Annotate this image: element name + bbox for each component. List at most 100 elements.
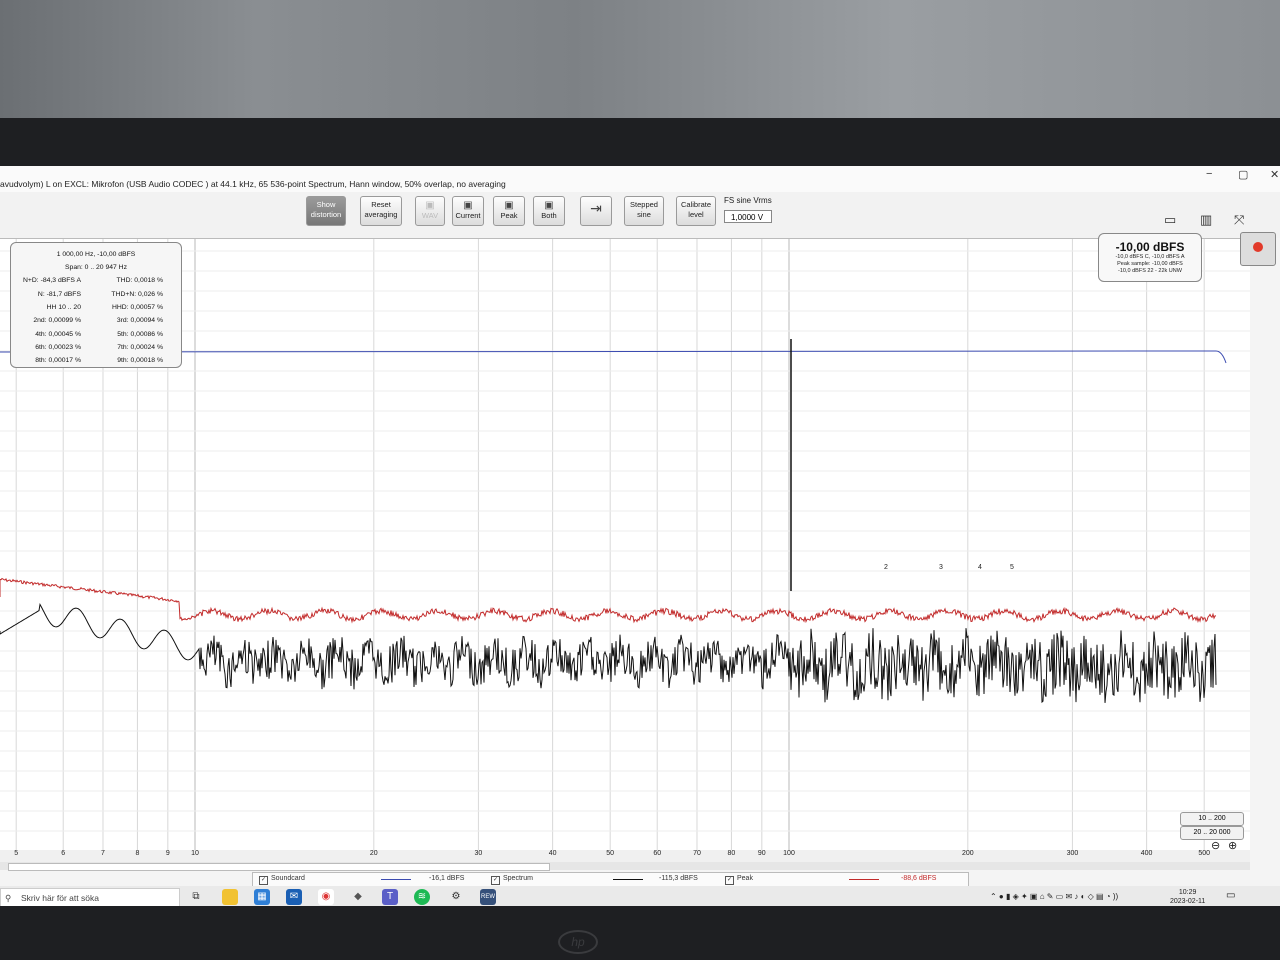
taskbar-search[interactable]: ⚲ Skriv här för att söka xyxy=(0,888,180,906)
calibrate-level-button[interactable]: Calibrate level xyxy=(676,196,716,226)
harmonic-marker: 4 xyxy=(978,564,982,571)
task-view-icon[interactable]: ⧉ xyxy=(188,889,204,905)
layout-icon[interactable]: ▭ xyxy=(1164,212,1176,228)
readout-row: 4th: 0,00045 % 5th: 0,00086 % xyxy=(35,331,163,338)
fs-sine-label: FS sine Vrms xyxy=(724,196,772,205)
save-peak-button[interactable]: ▣ Peak xyxy=(493,196,525,226)
file-explorer-icon[interactable] xyxy=(222,889,238,905)
x-tick-label: 60 xyxy=(653,850,662,857)
record-icon xyxy=(1253,242,1263,252)
store-icon[interactable]: ▦ xyxy=(254,889,270,905)
save-icon: ▣ xyxy=(425,200,435,211)
settings-gear-icon[interactable]: ⚙ xyxy=(448,889,464,905)
peak-trace xyxy=(0,577,1216,624)
import-button[interactable]: ⇥ xyxy=(580,196,612,226)
import-icon: ⇥ xyxy=(590,200,602,216)
distortion-readout: 1 000,00 Hz, -10,00 dBFS Span: 0 .. 20 9… xyxy=(10,242,182,368)
fs-sine-input[interactable]: 1,0000 V xyxy=(724,210,772,223)
background-wall xyxy=(0,0,1280,130)
search-icon: ⚲ xyxy=(5,893,12,903)
record-button[interactable] xyxy=(1240,232,1276,266)
soundcard-swatch xyxy=(381,879,411,880)
x-tick-label: 40 xyxy=(548,850,557,857)
peak-label: Peak xyxy=(737,875,753,882)
save-both-button[interactable]: ▣ Both xyxy=(533,196,565,226)
peak-value: -88,6 dBFS xyxy=(901,875,937,882)
date: 2023-02-11 xyxy=(1170,898,1206,905)
save-icon: ▣ xyxy=(544,200,554,211)
close-button[interactable]: ✕ xyxy=(1270,168,1279,181)
spectrum-label: Spectrum xyxy=(503,875,533,882)
readout-row: 6th: 0,00023 % 7th: 0,00024 % xyxy=(35,344,163,351)
soundcard-checkbox[interactable]: ✓ xyxy=(259,876,268,885)
harmonic-marker: 5 xyxy=(1010,564,1014,571)
show-distortion-button[interactable]: Show distortion xyxy=(306,196,346,226)
readout-span: Span: 0 .. 20 947 Hz xyxy=(65,264,127,271)
spectrum-chart: 2 3 4 5 xyxy=(0,239,1250,851)
scrollbar-thumb[interactable] xyxy=(8,863,550,871)
x-tick-label: 20 xyxy=(369,850,378,857)
x-tick-label: 200 xyxy=(961,850,974,857)
spectrum-plot[interactable]: 2 3 4 5 xyxy=(0,238,1250,851)
system-tray-icons[interactable]: ⌃ ● ▮ ◈ ✦ ▣ ⌂ ✎ ▭ ✉ ♪ ◐ ◇ ▤ ◔ )) xyxy=(990,892,1118,901)
reset-averaging-button[interactable]: Reset averaging xyxy=(360,196,402,226)
harmonic-marker: 2 xyxy=(884,564,888,571)
harmonic-markers: 2 3 4 5 xyxy=(884,564,1014,571)
harmonic-marker: 3 xyxy=(939,564,943,571)
x-tick-label: 30 xyxy=(474,850,483,857)
soundcard-response-trace xyxy=(0,350,1227,364)
readout-row: 8th: 0,00017 % 9th: 0,00018 % xyxy=(35,357,163,364)
spectrum-swatch xyxy=(613,879,643,880)
level-value: -10,00 dBFS xyxy=(1115,240,1185,254)
x-tick-label: 7 xyxy=(101,850,105,857)
soundcard-label: Soundcard xyxy=(271,875,305,882)
rew-icon[interactable]: REW xyxy=(480,889,496,905)
x-tick-label: 300 xyxy=(1066,850,1079,857)
zoom-range-10-200[interactable]: 10 .. 200 xyxy=(1180,812,1244,826)
soundcard-value: -16,1 dBFS xyxy=(429,875,465,882)
maximize-button[interactable]: ▢ xyxy=(1238,168,1248,181)
level-line: Peak sample: -10,00 dBFS xyxy=(1117,261,1183,267)
grid-icon[interactable]: ▥ xyxy=(1200,212,1212,228)
fit-view-icon[interactable]: ⤧ xyxy=(1234,212,1244,228)
notification-icon[interactable]: ▭ xyxy=(1226,890,1235,901)
x-tick-label: 500 xyxy=(1198,850,1211,857)
x-tick-label: 8 xyxy=(135,850,140,857)
outlook-icon[interactable]: ✉ xyxy=(286,889,302,905)
save-icon: ▣ xyxy=(504,200,514,211)
readout-row: 2nd: 0,00099 % 3rd: 0,00094 % xyxy=(33,317,163,324)
x-tick-label: 90 xyxy=(757,850,766,857)
save-icon: ▣ xyxy=(463,200,473,211)
readout-row: N: -81,7 dBFS THD+N: 0,026 % xyxy=(37,291,163,298)
wav-button[interactable]: ▣ WAV xyxy=(415,196,445,226)
zoom-range-20-20000[interactable]: 20 .. 20 000 xyxy=(1180,826,1244,840)
x-tick-label: 9 xyxy=(165,850,170,857)
x-tick-label: 50 xyxy=(606,850,615,857)
grid-lines xyxy=(0,239,1250,851)
minimize-button[interactable]: − xyxy=(1206,168,1212,180)
taskbar-clock[interactable]: 10:29 2023-02-11 xyxy=(1170,888,1205,906)
spectrum-checkbox[interactable]: ✓ xyxy=(491,876,500,885)
time: 10:29 xyxy=(1178,889,1197,896)
x-tick-label: 70 xyxy=(693,850,701,857)
peak-checkbox[interactable]: ✓ xyxy=(725,876,734,885)
x-tick-label: 400 xyxy=(1140,850,1153,857)
app-icon[interactable]: ◆ xyxy=(350,889,366,905)
chrome-icon[interactable]: ◉ xyxy=(318,889,334,905)
save-current-button[interactable]: ▣ Current xyxy=(452,196,484,226)
hp-logo: hp xyxy=(558,930,598,954)
stepped-sine-button[interactable]: Stepped sine xyxy=(624,196,664,226)
x-tick-label: 10 xyxy=(191,850,199,857)
readout-row: N+D: -84,3 dBFS A THD: 0,0018 % xyxy=(23,277,163,284)
title-bar: avudvolym) L on EXCL: Mikrofon (USB Audi… xyxy=(0,166,1280,193)
spotify-icon[interactable]: ≋ xyxy=(414,889,430,905)
teams-icon[interactable]: T xyxy=(382,889,398,905)
readout-row: HH 10 .. 20 HHD: 0,00057 % xyxy=(46,304,163,311)
readout-frequency: 1 000,00 Hz, -10,00 dBFS xyxy=(56,251,136,258)
x-tick-label: 6 xyxy=(61,850,66,857)
search-placeholder: Skriv här för att söka xyxy=(21,893,99,903)
toolbar: Show distortion Reset averaging ▣ WAV ▣ … xyxy=(0,192,1280,238)
level-line: -10,0 dBFS C, -10,0 dBFS A xyxy=(1115,254,1185,260)
level-line: -10,0 dBFS 22 - 22k UNW xyxy=(1118,268,1182,274)
horizontal-scrollbar[interactable] xyxy=(0,862,1250,871)
